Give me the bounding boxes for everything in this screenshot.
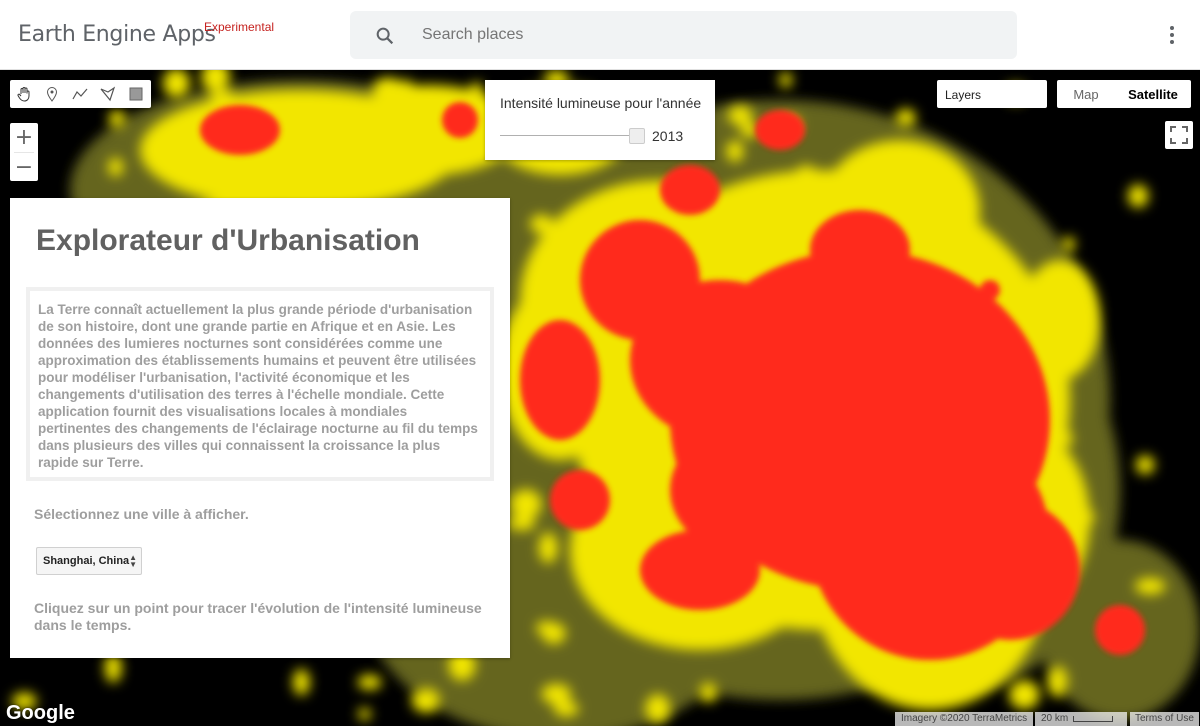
imagery-attribution: Imagery ©2020 TerraMetrics	[895, 712, 1034, 726]
city-select-label: Sélectionnez une ville à afficher.	[34, 506, 249, 522]
fullscreen-button[interactable]	[1165, 121, 1193, 149]
light-dot	[1047, 666, 1068, 698]
bright-core	[630, 280, 810, 440]
city-select[interactable]: Shanghai, China ▲ ▼	[36, 547, 142, 575]
light-dot	[357, 674, 382, 690]
light-dot	[510, 489, 542, 519]
bright-core	[810, 210, 910, 290]
line-tool[interactable]	[66, 80, 94, 108]
polygon-icon	[100, 86, 116, 102]
light-dot	[699, 682, 718, 702]
light-dot	[550, 227, 578, 245]
bright-core	[1095, 605, 1145, 655]
drawing-toolbar	[10, 80, 151, 108]
layers-button[interactable]: Layers	[937, 80, 1047, 108]
light-dot	[1062, 236, 1075, 252]
app-header: Earth Engine Apps Experimental	[0, 0, 1200, 70]
scale-indicator: 20 km	[1035, 712, 1127, 726]
zoom-control: + −	[10, 123, 38, 181]
year-slider-title: Intensité lumineuse pour l'année	[500, 95, 702, 111]
bright-core	[520, 320, 600, 440]
light-dot	[1065, 507, 1095, 528]
light-dot	[292, 668, 310, 696]
light-dot	[108, 157, 124, 177]
rectangle-tool[interactable]	[122, 80, 150, 108]
light-dot	[508, 516, 536, 531]
light-dot	[210, 92, 225, 106]
bright-core	[200, 105, 280, 155]
light-dot	[727, 105, 753, 125]
marker-icon	[46, 87, 58, 102]
light-dot	[779, 72, 792, 88]
panel-title: Explorateur d'Urbanisation	[36, 224, 420, 257]
light-dot	[1134, 577, 1166, 595]
light-dot	[1127, 184, 1149, 208]
light-dot	[400, 79, 414, 107]
year-slider-panel: Intensité lumineuse pour l'année 2013	[485, 80, 715, 160]
light-dot	[880, 145, 899, 174]
light-dot	[529, 214, 553, 234]
fullscreen-icon	[1170, 126, 1188, 144]
light-dot	[553, 701, 579, 717]
bright-core	[928, 318, 952, 342]
year-slider-thumb[interactable]	[629, 128, 645, 144]
bright-core	[442, 102, 478, 138]
hand-icon	[17, 87, 30, 102]
light-dot	[645, 694, 671, 723]
search-box[interactable]	[350, 11, 1017, 59]
light-dot	[726, 140, 744, 162]
search-input[interactable]	[422, 11, 1002, 59]
bright-core	[980, 280, 1000, 300]
light-dot	[535, 621, 557, 635]
light-dot	[895, 108, 916, 127]
zoom-in-button[interactable]: +	[10, 123, 38, 152]
year-value: 2013	[652, 128, 684, 144]
light-dot	[1009, 680, 1040, 710]
light-dot	[538, 532, 558, 564]
line-icon	[72, 88, 88, 100]
light-dot	[380, 164, 411, 190]
search-icon[interactable]	[374, 25, 396, 47]
bright-core	[940, 500, 1080, 640]
light-dot	[372, 77, 405, 100]
description-text: La Terre connaît actuellement la plus gr…	[38, 302, 478, 470]
bright-core	[755, 110, 805, 150]
rectangle-icon	[129, 87, 143, 101]
scale-bar	[1073, 716, 1113, 722]
terms-of-use-link[interactable]: Terms of Use	[1130, 712, 1199, 726]
bright-core	[660, 165, 720, 215]
light-dot	[1050, 287, 1068, 304]
hand-tool[interactable]	[10, 80, 38, 108]
marker-tool[interactable]	[38, 80, 66, 108]
light-dot	[541, 683, 572, 705]
light-dot	[1135, 455, 1155, 475]
experimental-badge: Experimental	[204, 20, 275, 34]
scale-label: 20 km	[1041, 713, 1069, 724]
light-dot	[937, 156, 953, 169]
light-dot	[109, 109, 125, 128]
year-slider-track[interactable]	[500, 135, 630, 136]
app-name[interactable]: Earth Engine Apps	[18, 22, 216, 47]
light-dot	[469, 82, 484, 109]
bright-core	[640, 530, 760, 610]
more-vert-icon[interactable]	[1160, 22, 1184, 48]
light-dot	[411, 688, 440, 713]
light-dot	[803, 171, 820, 195]
updown-arrows-icon: ▲ ▼	[129, 553, 137, 569]
city-select-value: Shanghai, China	[43, 555, 130, 567]
description-box: La Terre connaît actuellement la plus gr…	[26, 287, 494, 481]
google-logo: Google	[6, 702, 75, 724]
info-panel: Explorateur d'Urbanisation La Terre conn…	[10, 198, 510, 658]
light-dot	[633, 599, 663, 615]
map-type-satellite-button[interactable]: Satellite	[1115, 80, 1191, 108]
zoom-out-button[interactable]: −	[10, 153, 38, 182]
click-hint-text: Cliquez sur un point pour tracer l'évolu…	[34, 600, 482, 633]
light-dot	[358, 707, 371, 721]
map-type-map-button[interactable]: Map	[1057, 80, 1115, 108]
bright-core	[550, 470, 610, 530]
map-type-control: Map Satellite	[1057, 80, 1191, 108]
light-dot	[1059, 431, 1073, 447]
polygon-tool[interactable]	[94, 80, 122, 108]
